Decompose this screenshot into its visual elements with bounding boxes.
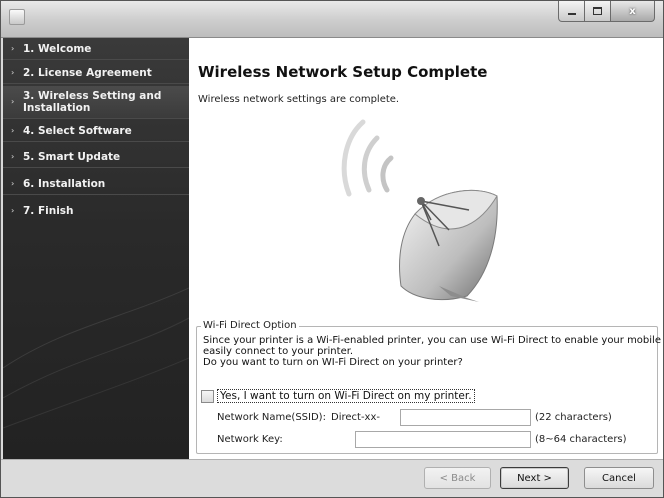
chevron-right-icon: › bbox=[11, 125, 15, 135]
title-bar[interactable]: x bbox=[1, 1, 663, 38]
wifi-direct-checkbox[interactable] bbox=[201, 389, 214, 403]
sidebar-item-label: 7. Finish bbox=[23, 205, 74, 217]
sidebar-item-wireless-setting: › 3. Wireless Setting and Installation bbox=[3, 86, 189, 119]
sidebar-item-label: 6. Installation bbox=[23, 177, 106, 190]
maximize-button[interactable] bbox=[585, 1, 611, 22]
chevron-right-icon: › bbox=[11, 178, 15, 188]
wifi-direct-option-group: Wi-Fi Direct Option Since your printer i… bbox=[196, 320, 664, 454]
sidebar-item-welcome: › 1. Welcome bbox=[3, 38, 189, 60]
sidebar-item-label: 5. Smart Update bbox=[23, 150, 121, 163]
network-key-input[interactable] bbox=[355, 431, 531, 448]
group-label: Wi-Fi Direct Option bbox=[201, 320, 299, 331]
chevron-right-icon: › bbox=[11, 151, 15, 161]
description-line: Do you want to turn on WI-Fi Direct on y… bbox=[203, 357, 463, 368]
sidebar-item-label: 3. Wireless Setting and Installation bbox=[23, 90, 162, 114]
chevron-right-icon: › bbox=[11, 206, 15, 215]
button-bar: < Back Next > Cancel bbox=[1, 459, 663, 497]
wifi-direct-description: Since your printer is a Wi-Fi-enabled pr… bbox=[203, 335, 664, 368]
sidebar-item-label: 1. Welcome bbox=[23, 42, 92, 55]
sidebar-item-license-agreement: › 2. License Agreement bbox=[3, 62, 189, 84]
main-content: Wireless Network Setup Complete Wireless… bbox=[189, 38, 663, 459]
sidebar-item-smart-update: › 5. Smart Update bbox=[3, 146, 189, 168]
sidebar-item-installation: › 6. Installation bbox=[3, 173, 189, 195]
network-key-hint: (8~64 characters) bbox=[535, 434, 627, 445]
installer-window: x › 1. Welcome › 2. License Agreement › … bbox=[0, 0, 664, 498]
maximize-icon bbox=[593, 7, 602, 15]
close-button[interactable]: x bbox=[611, 1, 655, 22]
minimize-button[interactable] bbox=[558, 1, 585, 22]
close-icon: x bbox=[629, 5, 636, 17]
app-icon bbox=[9, 9, 25, 25]
minimize-icon bbox=[567, 13, 576, 15]
page-title: Wireless Network Setup Complete bbox=[198, 63, 488, 81]
description-line: easily connect to your printer. bbox=[203, 346, 354, 357]
sidebar-decoration bbox=[3, 287, 189, 429]
description-line: Since your printer is a Wi-Fi-enabled pr… bbox=[203, 335, 664, 346]
sidebar-item-label: 2. License Agreement bbox=[23, 66, 152, 79]
ssid-hint: (22 characters) bbox=[535, 412, 612, 423]
ssid-prefix: Direct-xx- bbox=[331, 412, 380, 423]
ssid-input[interactable] bbox=[400, 409, 531, 426]
wifi-direct-checkbox-row[interactable]: Yes, I want to turn on Wi-Fi Direct on m… bbox=[201, 389, 475, 403]
sidebar-item-finish: › 7. Finish bbox=[3, 200, 189, 222]
cancel-button[interactable]: Cancel bbox=[584, 467, 654, 489]
sidebar-item-label: 4. Select Software bbox=[23, 124, 132, 137]
sidebar-item-select-software: › 4. Select Software bbox=[3, 120, 189, 142]
wifi-direct-checkbox-label[interactable]: Yes, I want to turn on Wi-Fi Direct on m… bbox=[217, 389, 475, 403]
ssid-label: Network Name(SSID): bbox=[217, 412, 326, 423]
network-key-label: Network Key: bbox=[217, 434, 283, 445]
wireless-antenna-illustration bbox=[341, 119, 498, 302]
back-button[interactable]: < Back bbox=[424, 467, 491, 489]
chevron-right-icon: › bbox=[11, 67, 15, 77]
next-button[interactable]: Next > bbox=[500, 467, 569, 489]
window-controls: x bbox=[558, 1, 655, 23]
chevron-right-icon: › bbox=[11, 43, 15, 53]
chevron-right-icon: › bbox=[11, 97, 15, 106]
steps-sidebar: › 1. Welcome › 2. License Agreement › 3.… bbox=[3, 38, 189, 459]
